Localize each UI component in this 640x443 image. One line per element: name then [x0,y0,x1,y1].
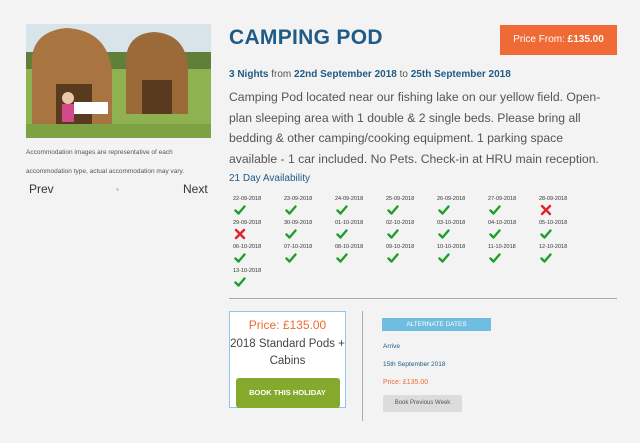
from-word: from [268,69,295,80]
nights-count: 3 Nights [229,69,269,80]
next-button[interactable]: Next [183,182,208,196]
availability-date: 09-10-2018 [386,244,415,250]
price-from-value: £135.00 [567,34,604,45]
availability-date: 12-10-2018 [539,244,568,250]
end-date: 25th September 2018 [410,69,511,80]
availability-date: 01-10-2018 [335,220,364,226]
available-check-icon [285,205,297,215]
available-check-icon [336,205,348,215]
alternate-dates-label: ALTERNATE DATES [382,318,491,331]
availability-date: 07-10-2018 [284,244,313,250]
available-check-icon [387,253,399,263]
availability-date: 05-10-2018 [539,220,568,226]
availability-day: 01-10-2018 [335,220,386,244]
book-this-holiday-button[interactable]: BOOK THIS HOLIDAY [235,378,340,408]
availability-day: 04-10-2018 [488,220,539,244]
availability-date: 24-09-2018 [335,196,364,202]
pod-name: 2018 Standard Pods + Cabins [230,338,345,367]
available-check-icon [489,229,501,239]
availability-day: 07-10-2018 [284,244,335,268]
available-check-icon [336,253,348,263]
prev-button[interactable]: Prev [29,182,54,196]
booking-price: Price: £135.00 [230,318,345,332]
available-check-icon [438,229,450,239]
availability-date: 04-10-2018 [488,220,517,226]
availability-date: 29-09-2018 [233,220,262,226]
availability-date: 25-09-2018 [386,196,415,202]
availability-day: 10-10-2018 [437,244,488,268]
available-check-icon [336,229,348,239]
price-from-badge: Price From: £135.00 [500,25,617,55]
available-check-icon [234,277,246,287]
available-check-icon [285,253,297,263]
section-divider [229,298,617,299]
available-check-icon [387,229,399,239]
available-check-icon [540,229,552,239]
arrive-label: Arrive [383,343,400,350]
available-check-icon [234,253,246,263]
availability-date: 13-10-2018 [233,268,262,274]
price-from-label: Price From: [513,34,568,45]
alternate-price-value: £135.00 [402,379,429,386]
availability-day: 12-10-2018 [539,244,590,268]
availability-date: 27-09-2018 [488,196,517,202]
availability-date: 23-09-2018 [284,196,313,202]
availability-date: 06-10-2018 [233,244,262,250]
book-previous-week-button[interactable]: Book Previous Week [383,395,462,412]
to-word: to [396,69,411,80]
availability-day: 28-09-2018 [539,196,590,220]
availability-date: 10-10-2018 [437,244,466,250]
availability-day: 29-09-2018 [233,220,284,244]
availability-day: 27-09-2018 [488,196,539,220]
available-check-icon [438,253,450,263]
availability-day: 06-10-2018 [233,244,284,268]
availability-date: 02-10-2018 [386,220,415,226]
alternate-price: Price: £135.00 [383,379,428,386]
availability-date: 08-10-2018 [335,244,364,250]
alternate-price-label: Price: [383,379,403,386]
availability-day: 25-09-2018 [386,196,437,220]
availability-day: 05-10-2018 [539,220,590,244]
page-title: CAMPING POD [229,26,383,49]
available-check-icon [540,253,552,263]
available-check-icon [489,253,501,263]
stay-dates: 3 Nights from 22nd September 2018 to 25t… [229,69,511,80]
availability-title: 21 Day Availability [229,173,310,184]
arrive-date: 15th September 2018 [383,361,446,368]
gallery-dot-indicator[interactable] [116,188,119,191]
availability-day: 22-09-2018 [233,196,284,220]
available-check-icon [489,205,501,215]
availability-day: 11-10-2018 [488,244,539,268]
product-description: Camping Pod located near our fishing lak… [229,90,601,166]
availability-grid: 22-09-2018 23-09-2018 24-09-2018 25-09-2018… [233,196,613,292]
vertical-divider [362,311,363,421]
availability-date: 22-09-2018 [233,196,262,202]
available-check-icon [387,205,399,215]
availability-date: 28-09-2018 [539,196,568,202]
booking-price-value: £135.00 [282,318,327,332]
availability-day: 26-09-2018 [437,196,488,220]
availability-day: 23-09-2018 [284,196,335,220]
booking-price-box: Price: £135.00 2018 Standard Pods + Cabi… [229,311,346,408]
availability-day: 08-10-2018 [335,244,386,268]
availability-date: 11-10-2018 [488,244,516,250]
available-check-icon [234,205,246,215]
accommodation-photo [26,24,211,138]
availability-day: 24-09-2018 [335,196,386,220]
booking-price-label: Price: [248,318,283,332]
availability-date: 30-09-2018 [284,220,313,226]
start-date: 22nd September 2018 [294,69,397,80]
available-check-icon [285,229,297,239]
unavailable-cross-icon [540,204,552,216]
available-check-icon [438,205,450,215]
availability-day: 09-10-2018 [386,244,437,268]
availability-day: 03-10-2018 [437,220,488,244]
availability-day: 02-10-2018 [386,220,437,244]
availability-date: 26-09-2018 [437,196,466,202]
unavailable-cross-icon [234,228,246,240]
availability-day: 30-09-2018 [284,220,335,244]
availability-date: 03-10-2018 [437,220,466,226]
availability-day: 13-10-2018 [233,268,284,292]
photo-caption: Accommodation images are representative … [26,149,185,175]
